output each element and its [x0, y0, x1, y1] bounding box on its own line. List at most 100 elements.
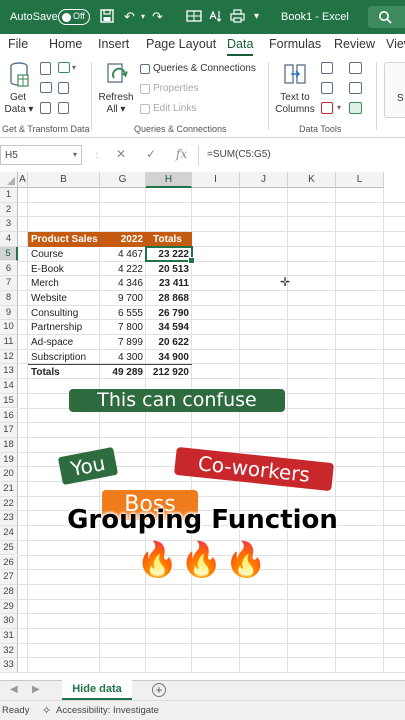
row-header-1[interactable]: 1 [0, 188, 18, 203]
text-to-columns-button[interactable]: Text to Columns [272, 60, 318, 120]
from-web-icon[interactable] [58, 62, 70, 73]
row-header-11[interactable]: 11 [0, 335, 18, 350]
column-header-a[interactable]: A [18, 172, 28, 188]
save-icon[interactable] [100, 9, 114, 27]
column-header-b[interactable]: B [28, 172, 100, 188]
refresh-all-button[interactable]: Refresh All ▾ [96, 60, 136, 120]
formula-input[interactable]: =SUM(C5:G5) [198, 145, 405, 165]
table-cell-label[interactable]: Ad-space [28, 335, 100, 350]
table-cell-year[interactable]: 9 700 [100, 291, 146, 306]
from-picture-icon[interactable] [58, 102, 69, 114]
row-header-7[interactable]: 7 [0, 276, 18, 291]
search-button[interactable] [368, 6, 405, 28]
row-header-19[interactable]: 19 [0, 452, 18, 468]
name-box-dropdown-icon[interactable]: ▾ [73, 150, 77, 159]
relationships-icon[interactable] [349, 82, 362, 94]
table-cell-year[interactable]: 4 222 [100, 262, 146, 277]
table-cell-year[interactable]: 6 555 [100, 306, 146, 321]
tab-page-layout[interactable]: Page Layout [146, 37, 216, 51]
sheet-nav-prev-icon[interactable]: ◀ [10, 684, 18, 695]
row-header-29[interactable]: 29 [0, 599, 18, 615]
data-validation-icon[interactable] [321, 102, 333, 114]
row-header-32[interactable]: 32 [0, 643, 18, 659]
add-sheet-button[interactable]: + [152, 683, 166, 697]
table-cell-totals[interactable]: 20 513 [146, 262, 192, 277]
total-row-year[interactable]: 49 289 [100, 364, 146, 379]
autosave-toggle[interactable]: Off [58, 9, 90, 25]
row-header-21[interactable]: 21 [0, 482, 18, 497]
row-header-13[interactable]: 13 [0, 364, 18, 380]
table-header-totals[interactable]: Totals [146, 232, 192, 247]
tab-view[interactable]: View [386, 37, 405, 51]
table-cell-year[interactable]: 4 467 [100, 247, 146, 262]
sort-icon[interactable] [208, 9, 222, 27]
manage-data-model-icon[interactable] [349, 102, 362, 114]
enter-icon[interactable]: ✓ [146, 147, 156, 161]
from-text-csv-icon[interactable] [40, 62, 51, 75]
table-header-year[interactable]: 2022 [100, 232, 146, 247]
column-header-g[interactable]: G [100, 172, 146, 188]
table-header-label[interactable]: Product Sales [28, 232, 100, 247]
row-header-14[interactable]: 14 [0, 379, 18, 394]
select-all-button[interactable] [0, 172, 18, 188]
column-header-h[interactable]: H [146, 172, 192, 188]
sheet-tab-hide-data[interactable]: Hide data [62, 680, 132, 700]
from-table-icon[interactable] [40, 82, 52, 93]
row-header-18[interactable]: 18 [0, 437, 18, 453]
table-cell-label[interactable]: Website [28, 291, 100, 306]
row-header-20[interactable]: 20 [0, 467, 18, 482]
table-cell-label[interactable]: Partnership [28, 320, 100, 335]
table-cell-totals[interactable]: 34 594 [146, 320, 192, 335]
row-header-5[interactable]: 5 [0, 246, 18, 262]
table-cell-year[interactable]: 4 346 [100, 276, 146, 291]
row-header-12[interactable]: 12 [0, 349, 18, 365]
cancel-icon[interactable]: ✕ [116, 147, 126, 161]
table-cell-label[interactable]: Subscription [28, 350, 100, 365]
tab-formulas[interactable]: Formulas [269, 37, 321, 51]
table-cell-totals[interactable]: 26 790 [146, 306, 192, 321]
row-header-31[interactable]: 31 [0, 629, 18, 644]
tab-home[interactable]: Home [49, 37, 82, 51]
table-cell-totals[interactable]: 23 411 [146, 276, 192, 291]
row-header-8[interactable]: 8 [0, 290, 18, 306]
table-cell-totals[interactable]: 20 622 [146, 335, 192, 350]
consolidate-icon[interactable] [349, 62, 362, 74]
tab-insert[interactable]: Insert [98, 37, 129, 51]
tab-file[interactable]: File [8, 37, 28, 51]
row-header-4[interactable]: 4 [0, 232, 18, 247]
table-cell-totals[interactable]: 28 868 [146, 291, 192, 306]
flash-fill-icon[interactable] [321, 62, 333, 74]
table-cell-label[interactable]: Consulting [28, 306, 100, 321]
name-box[interactable]: H5 ▾ [0, 145, 82, 165]
total-row-totals[interactable]: 212 920 [146, 364, 192, 379]
row-header-28[interactable]: 28 [0, 584, 18, 600]
from-web-dropdown-icon[interactable]: ▾ [72, 62, 76, 74]
row-header-30[interactable]: 30 [0, 614, 18, 629]
total-row-label[interactable]: Totals [28, 364, 100, 379]
remove-duplicates-icon[interactable] [321, 82, 333, 94]
accessibility-icon[interactable]: ✧ [42, 704, 51, 717]
sheet-nav-next-icon[interactable]: ▶ [32, 684, 40, 695]
recent-sources-icon[interactable] [58, 82, 69, 94]
row-header-10[interactable]: 10 [0, 320, 18, 335]
column-header-i[interactable]: I [192, 172, 240, 188]
row-header-33[interactable]: 33 [0, 658, 18, 674]
column-header-j[interactable]: J [240, 172, 288, 188]
table-cell-label[interactable]: Merch [28, 276, 100, 291]
get-data-button[interactable]: Get Data ▾ [2, 60, 34, 120]
undo-dropdown-icon[interactable]: ▾ [141, 9, 145, 25]
print-icon[interactable] [230, 9, 245, 27]
draw-table-icon[interactable] [186, 9, 202, 27]
table-cell-totals[interactable]: 34 900 [146, 350, 192, 365]
row-header-17[interactable]: 17 [0, 423, 18, 438]
worksheet-grid[interactable]: A B G H I J K L 1 2 3 4 5 6 7 8 9 10 11 12 13 14 15 16 17 18 19 20 2… [0, 172, 405, 680]
forecast-panel[interactable]: S [384, 62, 405, 118]
customize-toolbar-icon[interactable]: ▾ [254, 9, 259, 25]
row-header-3[interactable]: 3 [0, 217, 18, 233]
table-cell-year[interactable]: 7 899 [100, 335, 146, 350]
existing-connections-icon[interactable] [40, 102, 51, 114]
accessibility-status[interactable]: Accessibility: Investigate [56, 705, 159, 716]
properties-button[interactable]: Properties [153, 83, 199, 95]
table-cell-label[interactable]: Course [28, 247, 100, 262]
edit-links-button[interactable]: Edit Links [153, 103, 196, 115]
